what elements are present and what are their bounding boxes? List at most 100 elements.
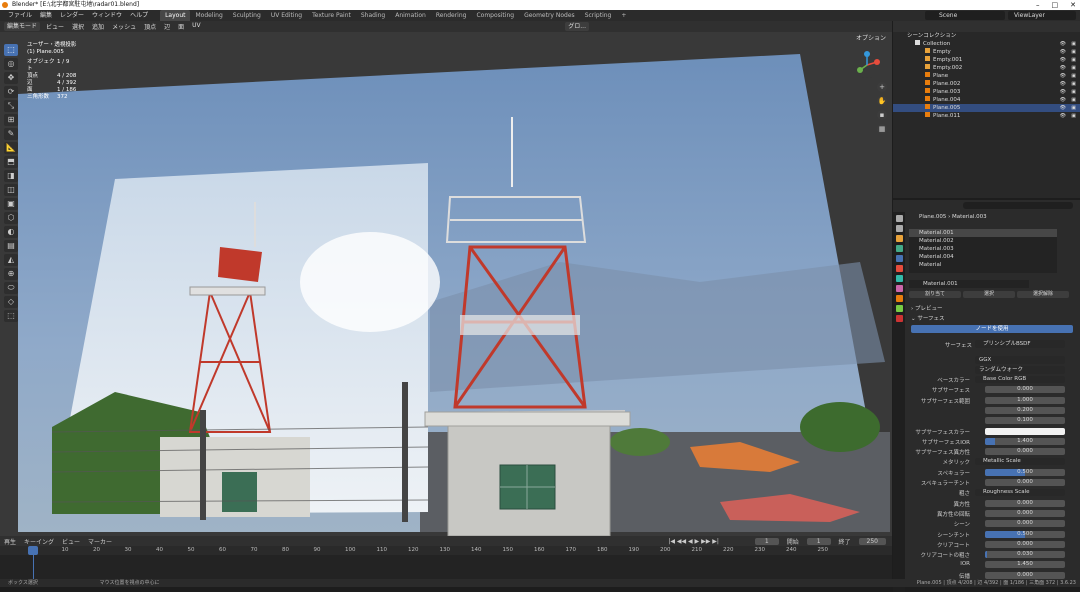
menu-item[interactable]: ファイル xyxy=(4,10,36,21)
viewport-menu-item[interactable]: 面 xyxy=(175,22,187,31)
property-field[interactable]: 0.100 xyxy=(985,417,1065,425)
tool-icon[interactable]: ⟳ xyxy=(4,86,18,98)
property-field[interactable]: 0.000 xyxy=(985,540,1065,548)
render-icon[interactable]: ▣ xyxy=(1071,88,1076,96)
maximize-icon[interactable]: □ xyxy=(1052,0,1059,10)
tool-icon[interactable]: ⬚ xyxy=(4,44,18,56)
property-field[interactable]: Roughness Scale xyxy=(975,489,1065,497)
outliner-item[interactable]: Plane.002 👁 ▣ xyxy=(893,80,1080,88)
menu-item[interactable]: ウィンドウ xyxy=(88,10,126,21)
render-icon[interactable]: ▣ xyxy=(1071,72,1076,80)
timeline-menu-item[interactable]: キーイング xyxy=(24,537,54,546)
property-field[interactable]: 0.200 xyxy=(985,406,1065,414)
property-field[interactable]: 0.500 xyxy=(985,468,1065,476)
workspace-tab[interactable]: Rendering xyxy=(431,10,472,21)
property-field[interactable]: 0.000 xyxy=(985,386,1065,394)
viewport-menu-item[interactable]: 追加 xyxy=(89,22,107,31)
visibility-icon[interactable]: 👁 xyxy=(1060,40,1066,48)
assign-button[interactable]: 選択 xyxy=(963,291,1015,298)
menu-item[interactable]: ヘルプ xyxy=(126,10,152,21)
property-field[interactable]: Base Color RGB xyxy=(975,376,1065,383)
render-icon[interactable]: ▣ xyxy=(1071,64,1076,72)
preview-panel-header[interactable]: › プレビュー xyxy=(911,304,942,312)
tool-icon[interactable]: ◭ xyxy=(4,254,18,266)
outliner-item[interactable]: Empty.002 👁 ▣ xyxy=(893,64,1080,72)
render-icon[interactable]: ▣ xyxy=(1071,48,1076,56)
outliner-item[interactable]: Plane.003 👁 ▣ xyxy=(893,88,1080,96)
property-tab-icon[interactable] xyxy=(895,255,903,262)
scene-selector[interactable]: Scene xyxy=(925,11,1005,20)
property-tab-icon[interactable] xyxy=(895,245,903,252)
tool-icon[interactable]: ◫ xyxy=(4,184,18,196)
property-tab-icon[interactable] xyxy=(895,295,903,302)
workspace-tab[interactable]: Compositing xyxy=(471,10,519,21)
visibility-icon[interactable]: 👁 xyxy=(1060,48,1066,56)
property-field[interactable]: 0.000 xyxy=(985,571,1065,579)
mode-dropdown[interactable]: 編集モード xyxy=(4,22,41,31)
workspace-tab[interactable]: Shading xyxy=(356,10,390,21)
3d-viewport[interactable] xyxy=(0,32,892,536)
viewport-menu-item[interactable]: UV xyxy=(189,22,204,31)
end-field[interactable]: 250 xyxy=(858,537,886,545)
render-icon[interactable]: ▣ xyxy=(1071,80,1076,88)
view-layer-selector[interactable]: ViewLayer xyxy=(1008,11,1076,20)
property-field[interactable]: Metallic Scale xyxy=(975,458,1065,466)
property-field[interactable]: 1.000 xyxy=(985,396,1065,404)
property-tab-icon[interactable] xyxy=(895,275,903,282)
workspace-tab[interactable]: Animation xyxy=(390,10,431,21)
workspace-tab[interactable]: + xyxy=(616,10,631,21)
workspace-tab[interactable]: Texture Paint xyxy=(307,10,356,21)
surface-shader-field[interactable]: プリンシプルBSDF xyxy=(975,340,1065,348)
dropdown-subsurface_method[interactable]: ランダムウォーク xyxy=(975,366,1065,374)
assign-button[interactable]: 選択解除 xyxy=(1017,291,1069,298)
tool-icon[interactable]: ⬒ xyxy=(4,156,18,168)
property-tab-icon[interactable] xyxy=(895,285,903,292)
dropdown-distribution[interactable]: GGX xyxy=(975,356,1065,364)
timeline-menu-item[interactable]: ビュー xyxy=(62,537,80,546)
property-tab-icon[interactable] xyxy=(895,305,903,312)
property-field[interactable] xyxy=(985,427,1065,435)
surface-panel-header[interactable]: ⌄ サーフェス xyxy=(911,314,945,322)
visibility-icon[interactable]: 👁 xyxy=(1060,72,1066,80)
tool-icon[interactable]: ▣ xyxy=(4,198,18,210)
tool-icon[interactable]: ◐ xyxy=(4,226,18,238)
playhead[interactable] xyxy=(28,546,38,555)
render-icon[interactable]: ▣ xyxy=(1071,40,1076,48)
render-icon[interactable]: ▣ xyxy=(1071,56,1076,64)
outliner-item[interactable]: Plane.011 👁 ▣ xyxy=(893,112,1080,120)
outliner-item[interactable]: Collection 👁 ▣ xyxy=(893,40,1080,48)
material-slot[interactable]: Material.002 xyxy=(909,237,1057,245)
timeline-menu-item[interactable]: マーカー xyxy=(88,537,112,546)
tool-icon[interactable]: ⊕ xyxy=(4,268,18,280)
tool-icon[interactable]: ◎ xyxy=(4,58,18,70)
zoom-icon[interactable]: + xyxy=(877,82,887,92)
visibility-icon[interactable]: 👁 xyxy=(1060,88,1066,96)
tool-icon[interactable]: ⬭ xyxy=(4,282,18,294)
viewport-menu-item[interactable]: 頂点 xyxy=(141,22,159,31)
tool-icon[interactable]: ⬡ xyxy=(4,212,18,224)
properties-search[interactable] xyxy=(963,202,1073,209)
viewport-menu-item[interactable]: ビュー xyxy=(43,22,67,31)
property-field[interactable]: 0.000 xyxy=(985,509,1065,517)
property-field[interactable]: 0.000 xyxy=(985,520,1065,528)
outliner-item[interactable]: Plane 👁 ▣ xyxy=(893,72,1080,80)
workspace-tab[interactable]: Modeling xyxy=(190,10,227,21)
playback-controls[interactable]: |◀ ◀◀ ◀ ▶ ▶▶ ▶| xyxy=(668,538,719,545)
menu-item[interactable]: 編集 xyxy=(36,10,56,21)
use-nodes-button[interactable]: ノードを使用 xyxy=(911,325,1073,333)
tool-icon[interactable]: 📐 xyxy=(4,142,18,154)
tool-icon[interactable]: ◇ xyxy=(4,296,18,308)
viewport-menu-item[interactable]: メッシュ xyxy=(109,22,139,31)
workspace-tab[interactable]: Scripting xyxy=(580,10,617,21)
property-field[interactable]: 1.450 xyxy=(985,561,1065,569)
render-icon[interactable]: ▣ xyxy=(1071,96,1076,104)
property-tab-icon[interactable] xyxy=(895,215,903,222)
material-slot[interactable]: Material.001 xyxy=(909,229,1057,237)
timeline-menu-item[interactable]: 再生 xyxy=(4,537,16,546)
visibility-icon[interactable]: 👁 xyxy=(1060,56,1066,64)
outliner-item[interactable]: Plane.004 👁 ▣ xyxy=(893,96,1080,104)
property-field[interactable]: 0.000 xyxy=(985,448,1065,456)
property-field[interactable]: 0.500 xyxy=(985,530,1065,538)
visibility-icon[interactable]: 👁 xyxy=(1060,96,1066,104)
start-field[interactable]: 1 xyxy=(806,537,831,545)
